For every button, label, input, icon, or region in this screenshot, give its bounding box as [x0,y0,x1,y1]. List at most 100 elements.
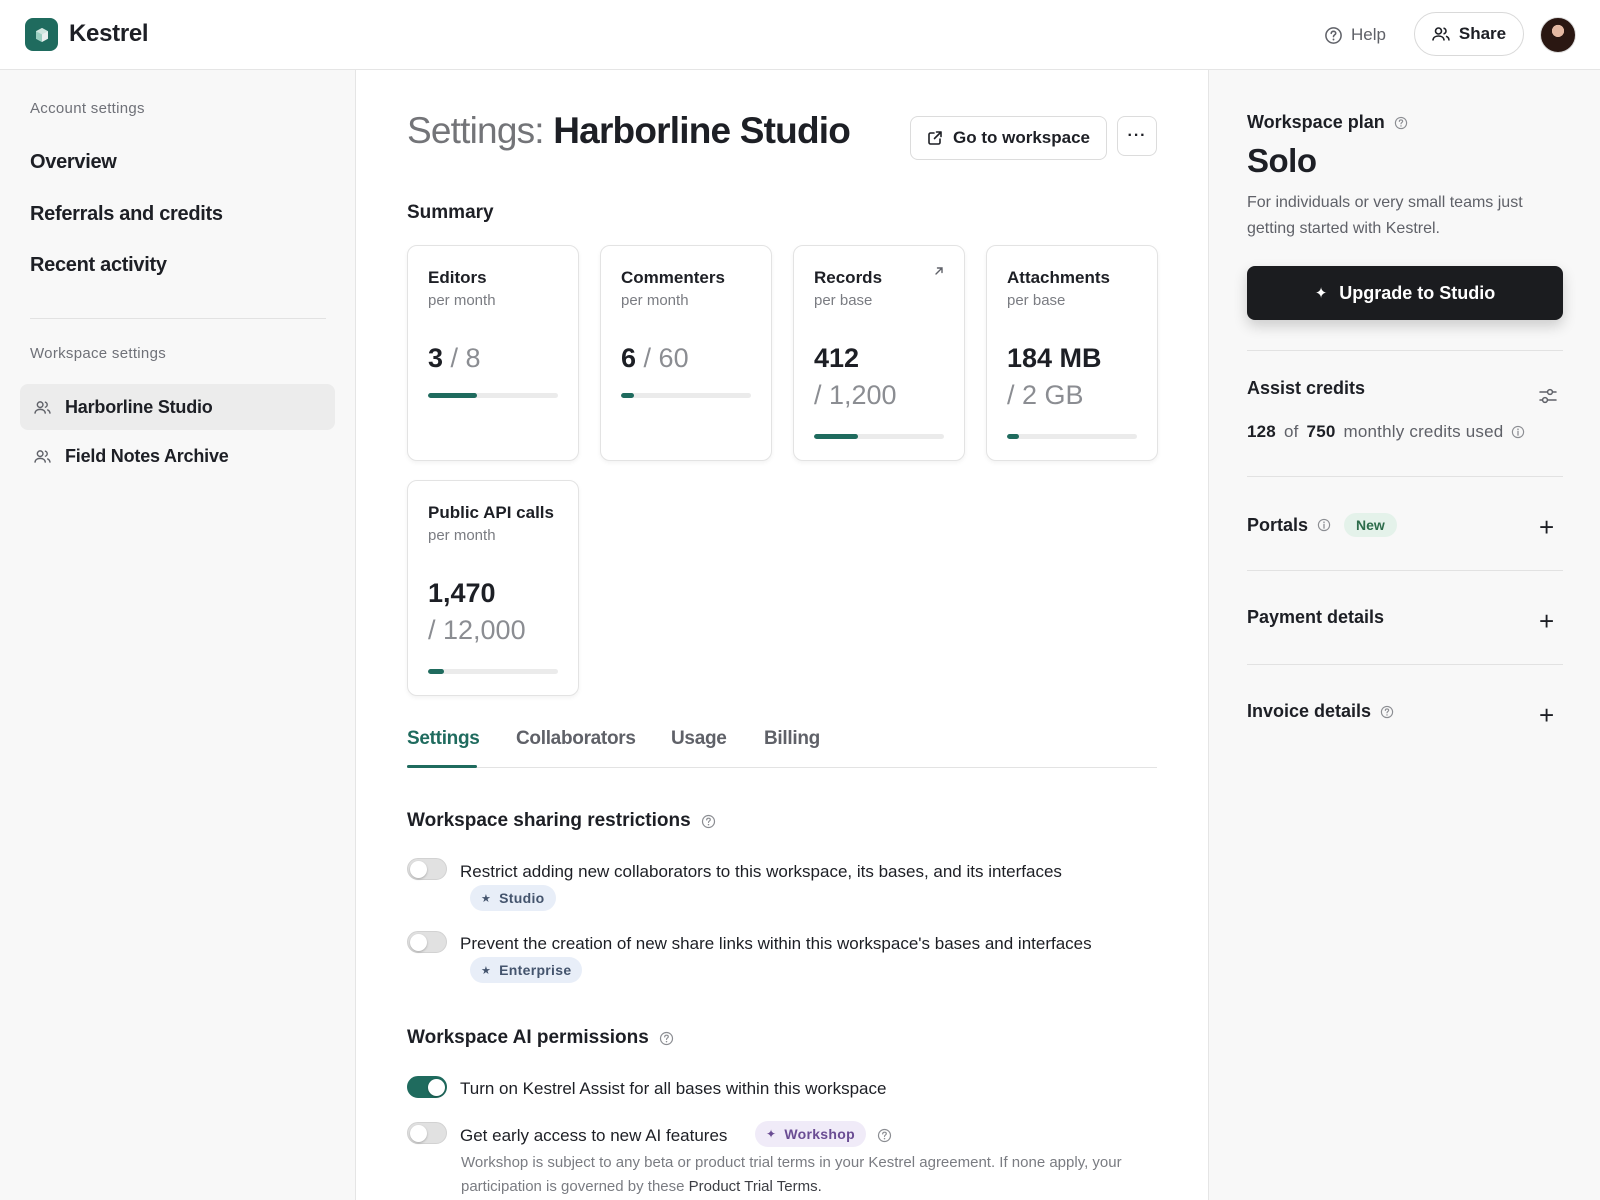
option-kestrel-assist-label: Turn on Kestrel Assist for all bases wit… [460,1079,887,1098]
sidebar-item-harborline-studio[interactable]: Harborline Studio [20,384,335,430]
tab-collaborators[interactable]: Collaborators [516,728,636,750]
badge-label: Studio [499,890,545,906]
usage-card-editors: Editors per month 3 / 8 [407,245,579,461]
card-title: Records [814,268,883,287]
info-icon[interactable] [1511,425,1525,439]
sidebar-link-referrals[interactable]: Referrals and credits [30,203,223,226]
arrow-up-right-icon[interactable] [934,266,944,276]
usage-progress-bar [621,393,751,398]
toggle-prevent-share-links[interactable] [407,931,447,953]
payment-details-row[interactable]: Payment details [1247,607,1384,628]
sharing-restrictions-heading: Workspace sharing restrictions [407,810,716,832]
card-subtitle: per month [428,527,496,544]
card-used: 6 [621,343,637,373]
sidebar-divider [30,318,326,319]
sidebar-item-label: Field Notes Archive [65,445,229,466]
credits-total: 750 [1306,422,1336,441]
usage-progress-fill [428,393,477,398]
go-to-workspace-button[interactable]: Go to workspace [910,116,1107,160]
card-title: Public API calls [428,503,554,522]
help-circle-icon[interactable] [1380,705,1394,719]
page-title-prefix: Settings: [407,110,545,151]
kestrel-logo-icon[interactable] [25,18,58,51]
option-early-access-label: Get early access to new AI features [460,1126,728,1145]
card-limit: / 60 [643,343,689,373]
usage-card-public-api-calls: Public API calls per month 1,470 / 12,00… [407,480,579,696]
toggle-knob [410,934,427,951]
card-used: 412 [814,343,860,373]
usage-progress-bar [814,434,944,439]
help-circle-icon[interactable] [877,1128,892,1143]
card-subtitle: per base [1007,292,1066,309]
share-label: Share [1458,24,1507,43]
user-avatar[interactable] [1540,17,1576,53]
go-to-workspace-label: Go to workspace [953,128,1090,147]
settings-sidebar: Account settings Overview Referrals and … [0,70,356,1200]
upgrade-button[interactable]: ✦ Upgrade to Studio [1247,266,1563,320]
expand-invoice-plus-icon[interactable]: + [1539,702,1554,728]
divider [1247,664,1563,665]
users-icon [34,400,51,414]
expand-payment-plus-icon[interactable]: + [1539,608,1554,634]
plan-label-text: Workspace plan [1247,112,1385,132]
toggle-knob [410,1125,427,1142]
card-title: Editors [428,268,487,287]
card-subtitle: per month [621,292,689,309]
account-settings-heading: Account settings [30,100,145,117]
help-circle-icon [1325,26,1342,44]
sidebar-link-recent-activity[interactable]: Recent activity [30,254,167,277]
help-circle-icon[interactable] [701,814,716,829]
tab-settings[interactable]: Settings [407,728,480,750]
help-circle-icon[interactable] [659,1031,674,1046]
help-label: Help [1351,25,1386,44]
usage-progress-fill [814,434,859,439]
badge-label: Enterprise [499,962,572,978]
expand-portals-plus-icon[interactable]: + [1539,514,1554,540]
ai-permissions-heading: Workspace AI permissions [407,1027,674,1049]
workspace-settings-heading: Workspace settings [30,345,167,362]
page-title: Settings: Harborline Studio [407,110,851,152]
sidebar-link-overview[interactable]: Overview [30,151,117,174]
sliders-icon[interactable] [1539,388,1557,404]
tab-usage[interactable]: Usage [671,728,727,750]
toggle-restrict-collaborators[interactable] [407,858,447,880]
badge-label: Workshop [784,1126,855,1142]
active-tab-indicator [407,765,477,768]
divider [1247,476,1563,477]
external-link-icon [928,131,942,145]
credits-usage: 128 of 750 monthly credits used [1247,422,1525,442]
section-title: Workspace AI permissions [407,1027,649,1048]
card-subtitle: per base [814,292,873,309]
portals-row[interactable]: Portals New [1247,513,1397,537]
toggle-early-access-ai[interactable] [407,1122,447,1144]
product-trial-terms-link[interactable]: Product Trial Terms. [689,1178,822,1195]
summary-heading: Summary [407,202,494,223]
card-subtitle: per month [428,292,496,309]
divider [1247,350,1563,351]
invoice-details-row[interactable]: Invoice details [1247,701,1394,722]
card-title: Commenters [621,268,725,287]
more-options-button[interactable]: ··· [1117,116,1157,156]
credits-used: 128 [1247,422,1276,441]
card-used: 3 [428,343,444,373]
new-badge: New [1344,513,1397,537]
usage-card-records[interactable]: Records per base 412 / 1,200 [793,245,965,461]
share-button[interactable]: Share [1414,12,1524,56]
plan-badge-studio: ★ Studio [470,885,556,911]
plan-panel: Workspace plan Solo For individuals or v… [1208,70,1600,1200]
card-limit: / 2 GB [1007,380,1084,410]
toggle-kestrel-assist[interactable] [407,1076,447,1098]
app-name: Kestrel [69,20,149,47]
sidebar-item-field-notes-archive[interactable]: Field Notes Archive [20,433,335,479]
workshop-terms-note: Workshop is subject to any beta or produ… [461,1151,1141,1199]
usage-progress-fill [621,393,634,398]
help-button[interactable]: Help [1324,22,1386,48]
sparkle-icon: ✦ [1314,285,1328,302]
info-icon[interactable] [1317,518,1331,532]
help-circle-icon[interactable] [1394,116,1408,130]
card-value: 6 / 60 [621,343,689,374]
tab-billing[interactable]: Billing [764,728,820,750]
plan-description: For individuals or very small teams just… [1247,194,1523,237]
divider [1247,570,1563,571]
sidebar-item-label: Harborline Studio [65,396,213,417]
